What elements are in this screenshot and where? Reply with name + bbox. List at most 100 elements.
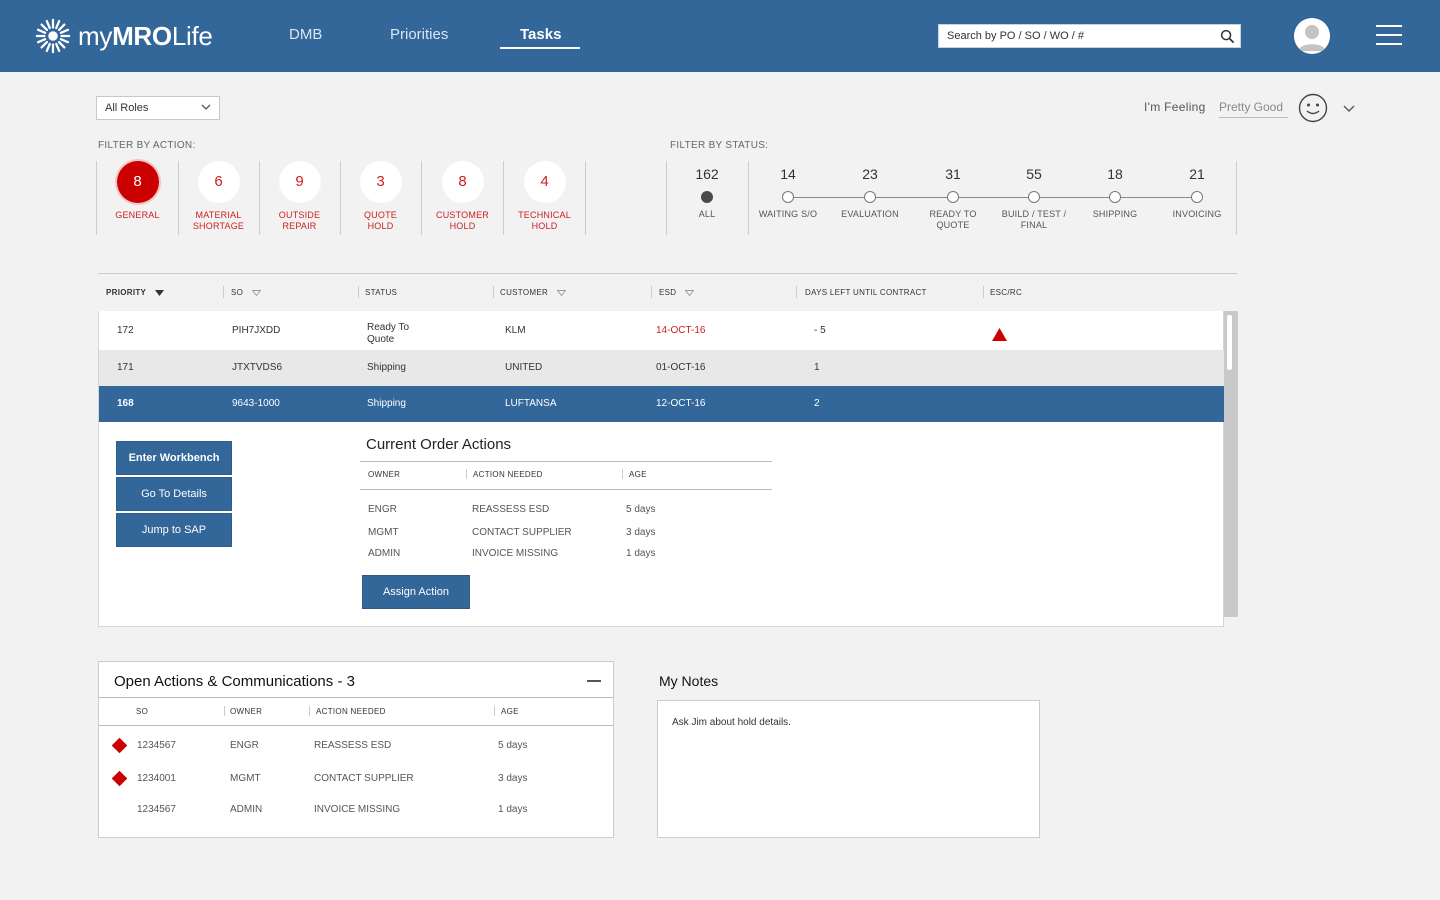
action-count-badge: 8: [441, 161, 484, 203]
status-filter-ready-to-quote[interactable]: 31 READY TO QUOTE: [912, 166, 994, 231]
search-icon[interactable]: [1220, 29, 1235, 44]
action-filter-general[interactable]: 8 GENERAL: [97, 161, 179, 235]
column-header-age: AGE: [501, 707, 519, 716]
column-header-days-left[interactable]: DAYS LEFT UNTIL CONTRACT: [805, 288, 927, 297]
chevron-down-icon[interactable]: [1343, 103, 1355, 113]
feeling-value[interactable]: Pretty Good: [1219, 100, 1288, 118]
notes-textarea[interactable]: Ask Jim about hold details.: [657, 700, 1040, 838]
owner-cell: ENGR: [368, 504, 397, 515]
so-cell[interactable]: 1234567: [137, 740, 176, 751]
action-filter-material-shortage[interactable]: 6 MATERIAL SHORTAGE: [178, 161, 260, 235]
status-count: 162: [695, 166, 719, 182]
jump-to-sap-button[interactable]: Jump to SAP: [116, 513, 232, 547]
smiley-face-icon[interactable]: [1298, 93, 1328, 123]
column-header-esc-rc[interactable]: ESC/RC: [990, 288, 1022, 297]
status-label: READY TO QUOTE: [929, 209, 977, 230]
status-filter-build-test-final[interactable]: 55 BUILD / TEST / FINAL: [993, 166, 1075, 231]
column-header-customer[interactable]: CUSTOMER: [500, 288, 566, 297]
hamburger-menu-icon[interactable]: [1376, 25, 1402, 45]
nav-priorities[interactable]: Priorities: [390, 26, 448, 43]
age-cell: 5 days: [626, 504, 656, 515]
priority-cell: 168: [117, 398, 134, 409]
status-count: 55: [1026, 166, 1042, 182]
action-needed-cell: REASSESS ESD: [314, 740, 392, 751]
action-filter-technical-hold[interactable]: 4 TECHNICAL HOLD: [504, 161, 586, 235]
table-scrollbar[interactable]: [1224, 311, 1238, 617]
age-cell: 5 days: [498, 740, 528, 751]
alert-diamond-icon: [111, 770, 128, 787]
table-row[interactable]: 171 JTXTVDS6 Shipping UNITED 01-OCT-16 1: [99, 350, 1225, 386]
status-filter-all[interactable]: 162 ALL: [666, 166, 748, 220]
user-avatar[interactable]: [1294, 18, 1330, 54]
priority-cell: 172: [117, 325, 134, 336]
divider: [360, 461, 772, 462]
open-actions-panel: Open Actions & Communications - 3 SO OWN…: [98, 661, 614, 838]
esd-cell: 12-OCT-16: [656, 398, 706, 409]
assign-action-button[interactable]: Assign Action: [362, 575, 470, 609]
action-filter-outside-repair[interactable]: 9 OUTSIDE REPAIR: [259, 161, 341, 235]
age-cell: 1 days: [498, 804, 528, 815]
column-header-so[interactable]: SO: [231, 288, 261, 297]
column-separator: [309, 706, 310, 716]
action-count-badge: 4: [523, 161, 566, 203]
filter-by-action-label: FILTER BY ACTION:: [98, 140, 196, 151]
role-select[interactable]: All Roles: [96, 96, 220, 120]
customer-cell: KLM: [505, 325, 526, 336]
action-filter-label: MATERIAL SHORTAGE: [192, 210, 245, 231]
action-filter-quote-hold[interactable]: 3 QUOTE HOLD: [340, 161, 422, 235]
filter-by-status-label: FILTER BY STATUS:: [670, 140, 769, 151]
column-separator: [358, 286, 359, 298]
column-header-status[interactable]: STATUS: [365, 288, 397, 297]
owner-cell: ENGR: [230, 740, 259, 751]
app-logo[interactable]: myMROLife: [34, 17, 213, 55]
so-cell[interactable]: 1234001: [137, 773, 176, 784]
status-radio: [1028, 191, 1040, 203]
scrollbar-thumb[interactable]: [1227, 315, 1232, 370]
status-radio: [701, 191, 713, 203]
feeling-label: I'm Feeling: [1144, 100, 1206, 114]
column-separator: [493, 286, 494, 298]
divider: [99, 697, 613, 698]
column-header-priority[interactable]: PRIORITY: [106, 288, 164, 297]
esd-cell: 14-OCT-16: [656, 325, 706, 336]
status-filter-invoicing[interactable]: 21 INVOICING: [1156, 166, 1238, 220]
column-header-action-needed: ACTION NEEDED: [316, 707, 386, 716]
column-separator: [651, 286, 652, 298]
age-cell: 1 days: [626, 548, 656, 559]
column-separator: [224, 706, 225, 716]
search-input[interactable]: [939, 25, 1209, 47]
action-filter-customer-hold[interactable]: 8 CUSTOMER HOLD: [422, 161, 504, 235]
table-row-selected[interactable]: 168 9643-1000 Shipping LUFTANSA 12-OCT-1…: [99, 386, 1225, 422]
divider: [99, 725, 613, 726]
so-cell[interactable]: 1234567: [137, 804, 176, 815]
status-radio: [947, 191, 959, 203]
so-cell: PIH7JXDD: [232, 325, 281, 336]
sunburst-logo-icon: [35, 18, 71, 54]
status-count: 18: [1107, 166, 1123, 182]
status-filter-evaluation[interactable]: 23 EVALUATION: [829, 166, 911, 220]
nav-dmb[interactable]: DMB: [289, 26, 322, 43]
so-cell: 9643-1000: [232, 398, 280, 409]
sort-icon: [684, 289, 694, 296]
collapse-minus-icon[interactable]: [587, 680, 601, 682]
status-count: 23: [862, 166, 878, 182]
current-order-actions-title: Current Order Actions: [366, 436, 512, 453]
table-row[interactable]: 172 PIH7JXDD Ready To Quote KLM 14-OCT-16…: [99, 313, 1225, 349]
status-filter-waiting-so[interactable]: 14 WAITING S/O: [747, 166, 829, 220]
top-navigation-bar: myMROLife DMB Priorities Tasks: [0, 0, 1440, 72]
customer-cell: UNITED: [505, 362, 543, 373]
column-header-action-needed: ACTION NEEDED: [473, 470, 543, 479]
status-radio: [1109, 191, 1121, 203]
status-count: 21: [1189, 166, 1205, 182]
action-filter-label: OUTSIDE REPAIR: [278, 210, 321, 231]
go-to-details-button[interactable]: Go To Details: [116, 477, 232, 511]
role-select-value: All Roles: [105, 102, 149, 114]
status-filter-shipping[interactable]: 18 SHIPPING: [1074, 166, 1156, 220]
enter-workbench-button[interactable]: Enter Workbench: [116, 441, 232, 475]
column-header-esd[interactable]: ESD: [659, 288, 694, 297]
active-tab-indicator: [500, 47, 580, 49]
my-notes-title: My Notes: [659, 673, 719, 689]
status-radio: [782, 191, 794, 203]
nav-tasks[interactable]: Tasks: [520, 26, 561, 43]
orders-table: 172 PIH7JXDD Ready To Quote KLM 14-OCT-16…: [98, 311, 1225, 627]
